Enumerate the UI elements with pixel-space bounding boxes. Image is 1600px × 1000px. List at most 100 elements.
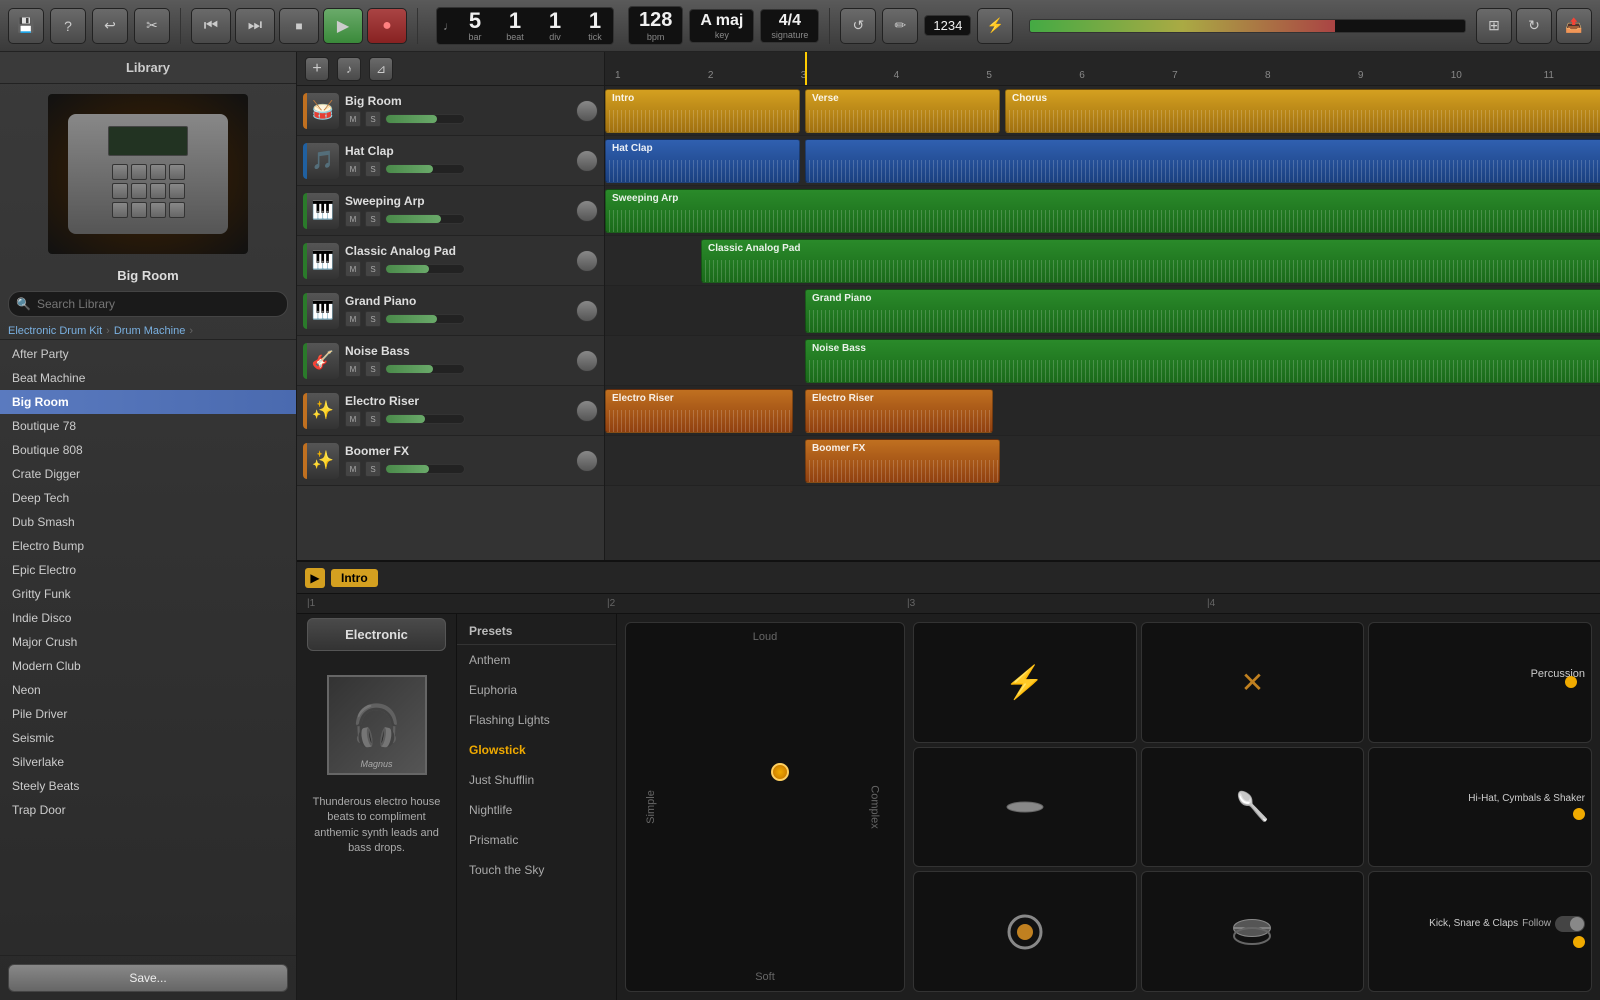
solo-btn[interactable]: S xyxy=(365,361,381,377)
library-item[interactable]: Pile Driver xyxy=(0,702,296,726)
pad-12[interactable] xyxy=(169,202,185,218)
track-volume-knob[interactable] xyxy=(576,250,598,272)
xy-pad[interactable]: Loud Soft Simple Complex xyxy=(625,622,905,992)
library-item[interactable]: Seismic xyxy=(0,726,296,750)
preset-item[interactable]: Nightlife xyxy=(457,795,616,825)
mute-btn[interactable]: M xyxy=(345,411,361,427)
library-item[interactable]: Steely Beats xyxy=(0,774,296,798)
library-item[interactable]: Modern Club xyxy=(0,654,296,678)
library-item[interactable]: Silverlake xyxy=(0,750,296,774)
pad-2[interactable] xyxy=(131,164,147,180)
xy-dot[interactable] xyxy=(771,763,789,781)
track-fader[interactable] xyxy=(385,364,465,374)
search-input[interactable] xyxy=(8,291,288,317)
library-item[interactable]: Electro Bump xyxy=(0,534,296,558)
clip[interactable]: Electro Riser xyxy=(605,389,793,433)
clip[interactable] xyxy=(805,139,1600,183)
track-fader[interactable] xyxy=(385,164,465,174)
add-track-button[interactable]: + xyxy=(305,57,329,81)
library-item[interactable]: Deep Tech xyxy=(0,486,296,510)
pad-1[interactable] xyxy=(112,164,128,180)
breadcrumb-item-2[interactable]: Drum Machine xyxy=(114,325,186,337)
library-item[interactable]: Beat Machine xyxy=(0,366,296,390)
track-fader[interactable] xyxy=(385,414,465,424)
mute-btn[interactable]: M xyxy=(345,361,361,377)
cycle-btn[interactable]: ↺ xyxy=(840,8,876,44)
undo-btn[interactable]: ↩ xyxy=(92,8,128,44)
mute-btn[interactable]: M xyxy=(345,211,361,227)
preset-item[interactable]: Touch the Sky xyxy=(457,855,616,885)
track-volume-knob[interactable] xyxy=(576,400,598,422)
key-display[interactable]: A maj key xyxy=(689,9,754,43)
signature-display[interactable]: 4/4 signature xyxy=(760,9,819,43)
clip[interactable]: Hat Clap xyxy=(605,139,800,183)
midi-btn[interactable]: ♪ xyxy=(337,57,361,81)
library-btn[interactable]: 💾 xyxy=(8,8,44,44)
bpm-display[interactable]: 128 bpm xyxy=(628,6,683,45)
share-btn[interactable]: 📤 xyxy=(1556,8,1592,44)
rewind-btn[interactable]: ⏮ xyxy=(191,8,231,44)
library-item[interactable]: Gritty Funk xyxy=(0,582,296,606)
solo-btn[interactable]: S xyxy=(365,161,381,177)
bar-value[interactable]: 5 xyxy=(469,10,481,32)
breadcrumb-item-1[interactable]: Electronic Drum Kit xyxy=(8,325,102,337)
library-item[interactable]: Crate Digger xyxy=(0,462,296,486)
pad-3[interactable] xyxy=(150,164,166,180)
counter-display[interactable]: 1234 xyxy=(924,15,971,36)
preset-item[interactable]: Glowstick xyxy=(457,735,616,765)
div-value[interactable]: 1 xyxy=(549,10,561,32)
library-item[interactable]: Trap Door xyxy=(0,798,296,822)
clip[interactable]: Boomer FX xyxy=(805,439,1000,483)
track-fader[interactable] xyxy=(385,464,465,474)
track-fader[interactable] xyxy=(385,214,465,224)
track-volume-knob[interactable] xyxy=(576,450,598,472)
bottom-play-btn[interactable]: ▶ xyxy=(305,568,325,588)
kick-dot[interactable] xyxy=(1573,936,1585,948)
clip[interactable]: Sweeping Arp xyxy=(605,189,1600,233)
library-item[interactable]: Neon xyxy=(0,678,296,702)
follow-toggle[interactable] xyxy=(1555,916,1585,932)
library-item[interactable]: Boutique 808 xyxy=(0,438,296,462)
clip[interactable]: Chorus xyxy=(1005,89,1600,133)
track-volume-knob[interactable] xyxy=(576,350,598,372)
beat-value[interactable]: 1 xyxy=(509,10,521,32)
percussion-dot[interactable] xyxy=(1565,676,1577,688)
tick-value[interactable]: 1 xyxy=(589,10,601,32)
mute-btn[interactable]: M xyxy=(345,261,361,277)
play-btn[interactable]: ▶ xyxy=(323,8,363,44)
solo-btn[interactable]: S xyxy=(365,311,381,327)
pad-8[interactable] xyxy=(169,183,185,199)
track-fader[interactable] xyxy=(385,264,465,274)
preset-item[interactable]: Anthem xyxy=(457,645,616,675)
scissors-btn[interactable]: ✂ xyxy=(134,8,170,44)
clip[interactable]: Intro xyxy=(605,89,800,133)
solo-btn[interactable]: S xyxy=(365,411,381,427)
track-fader[interactable] xyxy=(385,314,465,324)
track-volume-knob[interactable] xyxy=(576,200,598,222)
save-button[interactable]: Save... xyxy=(8,964,288,992)
track-volume-knob[interactable] xyxy=(576,300,598,322)
library-item[interactable]: Indie Disco xyxy=(0,606,296,630)
record-btn[interactable]: ● xyxy=(367,8,407,44)
help-btn[interactable]: ? xyxy=(50,8,86,44)
solo-btn[interactable]: S xyxy=(365,261,381,277)
library-item[interactable]: Dub Smash xyxy=(0,510,296,534)
pad-11[interactable] xyxy=(150,202,166,218)
library-item[interactable]: Big Room xyxy=(0,390,296,414)
pencil-btn[interactable]: ✏ xyxy=(882,8,918,44)
pad-5[interactable] xyxy=(112,183,128,199)
library-item[interactable]: Epic Electro xyxy=(0,558,296,582)
clip[interactable]: Noise Bass xyxy=(805,339,1600,383)
stop-btn[interactable]: ■ xyxy=(279,8,319,44)
library-item[interactable]: Major Crush xyxy=(0,630,296,654)
preset-item[interactable]: Just Shufflin xyxy=(457,765,616,795)
preset-item[interactable]: Prismatic xyxy=(457,825,616,855)
clip[interactable]: Grand Piano xyxy=(805,289,1600,333)
solo-btn[interactable]: S xyxy=(365,111,381,127)
clip[interactable]: Verse xyxy=(805,89,1000,133)
mute-btn[interactable]: M xyxy=(345,111,361,127)
clip[interactable]: Classic Analog Pad xyxy=(701,239,1600,283)
pad-6[interactable] xyxy=(131,183,147,199)
track-fader[interactable] xyxy=(385,114,465,124)
playhead[interactable] xyxy=(805,52,807,85)
